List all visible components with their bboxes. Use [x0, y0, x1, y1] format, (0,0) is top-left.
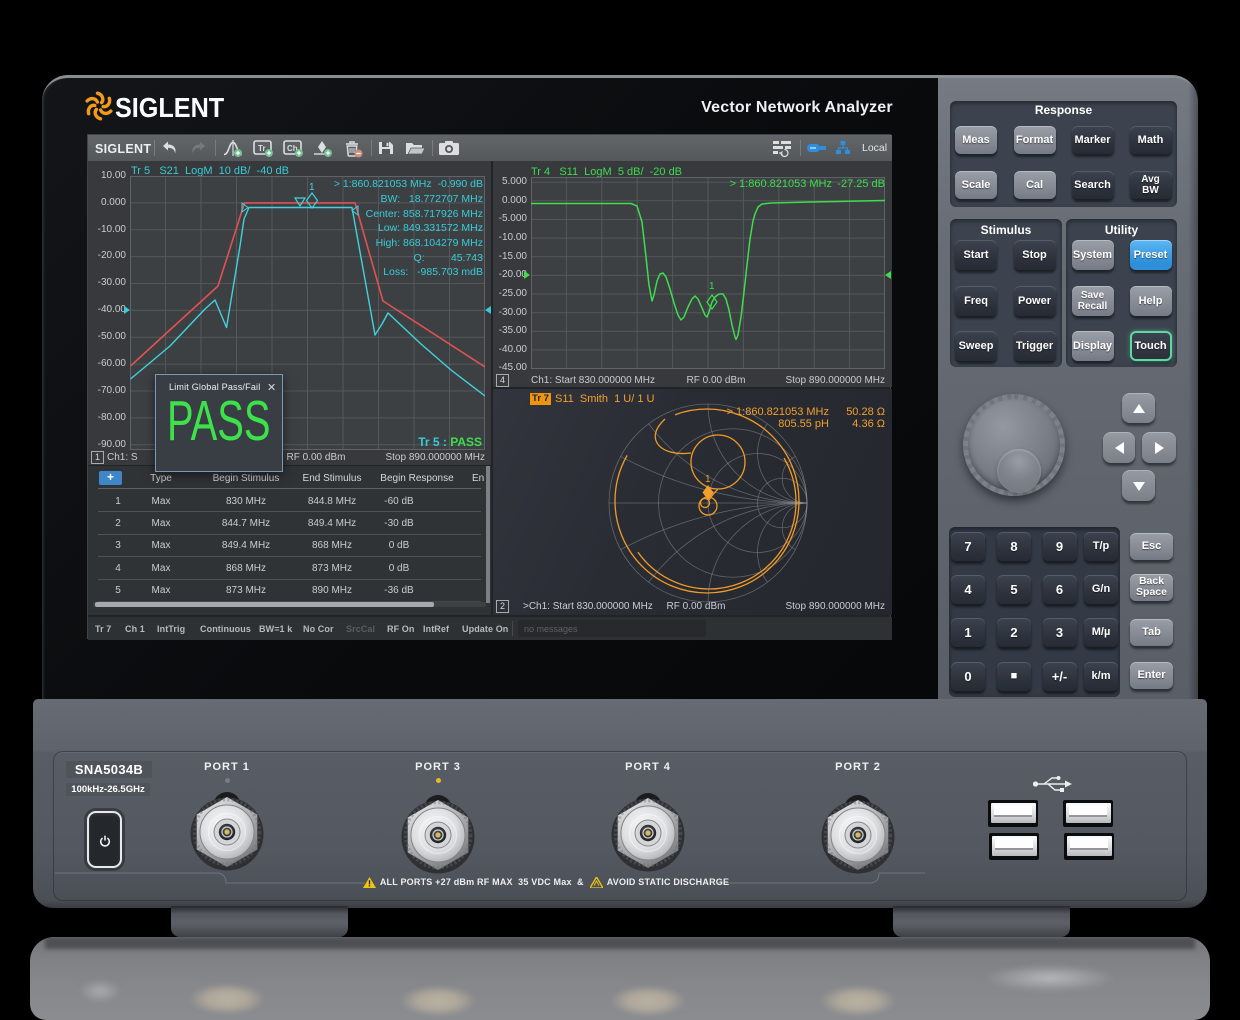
svg-text:1: 1 [709, 281, 715, 292]
svg-text:Tr: Tr [258, 144, 266, 153]
svg-text:1: 1 [705, 474, 711, 485]
